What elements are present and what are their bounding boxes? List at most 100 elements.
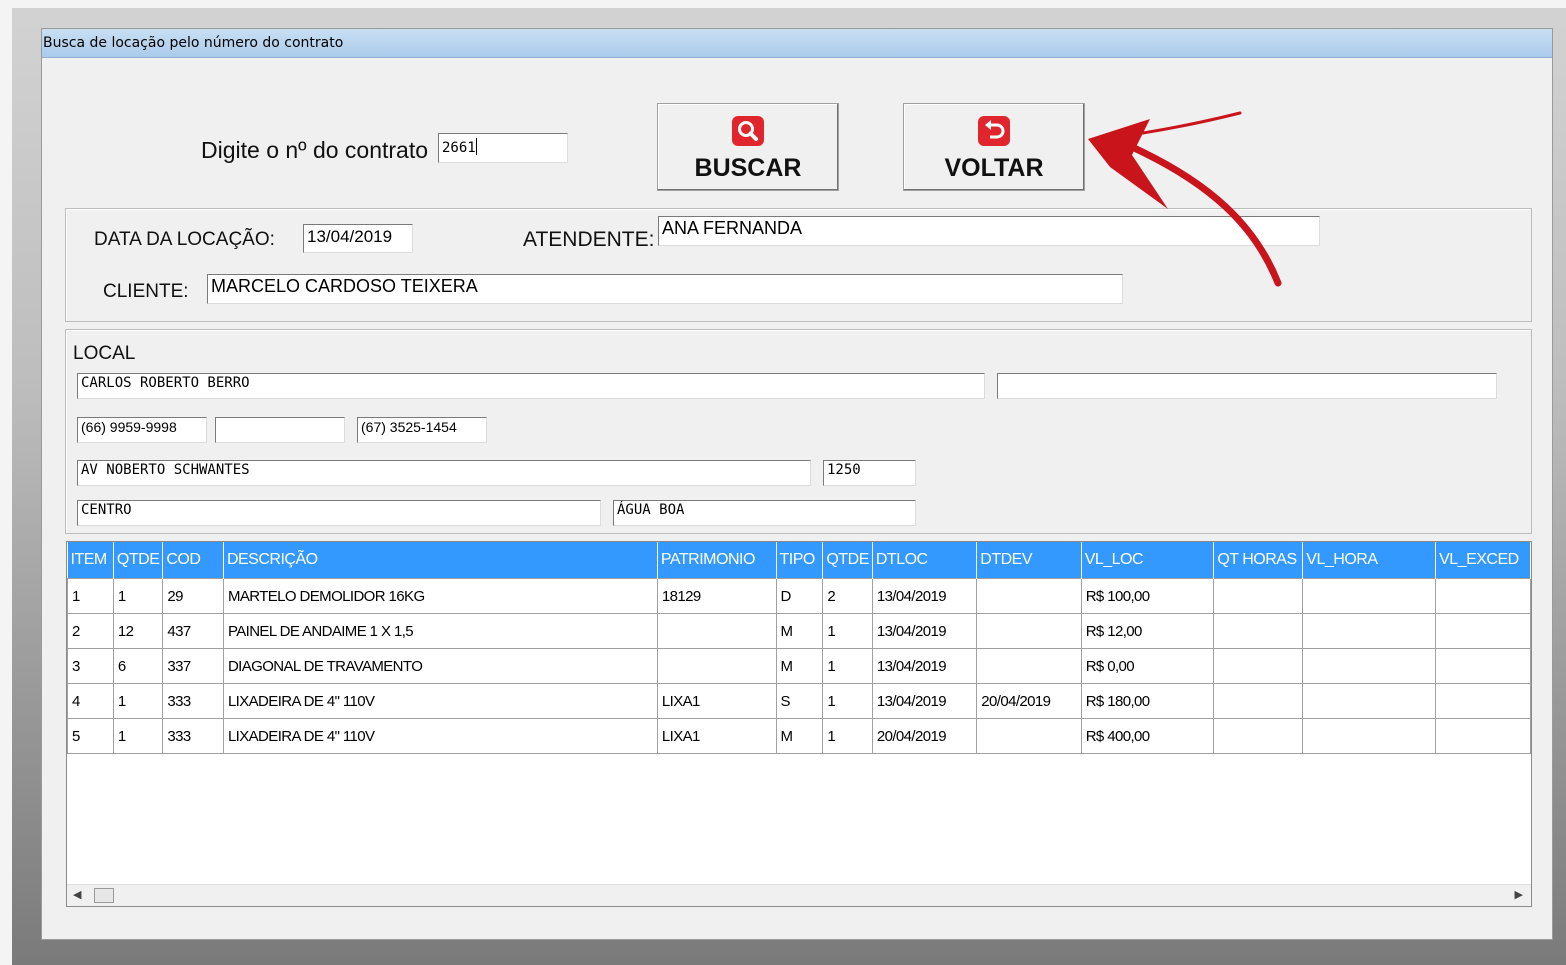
phone3-field[interactable]: (67) 3525-1454 (357, 417, 487, 443)
table-cell[interactable]: 437 (162, 613, 224, 649)
table-cell[interactable]: 1 (112, 683, 164, 719)
column-header[interactable]: TIPO (776, 542, 824, 579)
table-cell[interactable]: 1 (822, 683, 873, 719)
table-cell[interactable] (1213, 718, 1304, 754)
column-header[interactable]: DTDEV (976, 542, 1082, 579)
table-cell[interactable] (1435, 683, 1531, 719)
street-field[interactable]: AV NOBERTO SCHWANTES (77, 460, 811, 486)
table-cell[interactable]: 4 (67, 683, 114, 719)
table-cell[interactable]: LIXA1 (656, 683, 777, 719)
table-cell[interactable]: 333 (162, 718, 224, 754)
table-cell[interactable]: LIXADEIRA DE 4" 110V (222, 683, 658, 719)
table-cell[interactable]: 337 (162, 648, 224, 684)
items-grid[interactable]: ITEM QTDE COD DESCRIÇÃO PATRIMONIO TIPO … (66, 541, 1532, 907)
table-cell[interactable]: 1 (822, 718, 873, 754)
table-cell[interactable]: R$ 400,00 (1080, 718, 1215, 754)
table-cell[interactable]: M (775, 648, 824, 684)
table-cell[interactable]: 1 (822, 648, 873, 684)
table-cell[interactable]: S (775, 683, 824, 719)
table-cell[interactable]: 333 (162, 683, 224, 719)
table-cell[interactable] (1435, 648, 1531, 684)
table-cell[interactable]: 18129 (656, 578, 777, 614)
table-cell[interactable]: 20/04/2019 (871, 718, 978, 754)
phone2-field[interactable] (215, 417, 345, 443)
column-header[interactable]: PATRIMONIO (657, 542, 777, 579)
table-cell[interactable] (1435, 718, 1531, 754)
table-cell[interactable] (1213, 613, 1304, 649)
table-cell[interactable]: R$ 100,00 (1080, 578, 1215, 614)
table-row[interactable]: 2 12 437 PAINEL DE ANDAIME 1 X 1,5 M 1 13/04/2… (67, 613, 1531, 649)
table-cell[interactable] (656, 648, 777, 684)
column-header[interactable]: QTDE (822, 542, 873, 579)
table-cell[interactable]: 13/04/2019 (871, 648, 978, 684)
table-cell[interactable]: 13/04/2019 (871, 578, 978, 614)
column-header[interactable]: VL_HORA (1302, 542, 1437, 579)
column-header[interactable]: VL_LOC (1081, 542, 1215, 579)
table-cell[interactable]: R$ 180,00 (1080, 683, 1215, 719)
scroll-right-icon[interactable]: ▶ (1515, 888, 1523, 901)
table-cell[interactable]: 20/04/2019 (976, 683, 1082, 719)
local-name-field[interactable]: CARLOS ROBERTO BERRO (77, 373, 985, 399)
table-cell[interactable] (1213, 648, 1304, 684)
table-cell[interactable] (1213, 578, 1304, 614)
voltar-button[interactable]: VOLTAR (903, 103, 1085, 191)
table-cell[interactable]: 13/04/2019 (871, 613, 978, 649)
table-cell[interactable] (1213, 683, 1304, 719)
column-header[interactable]: QT HORAS (1213, 542, 1304, 579)
table-row[interactable]: 3 6 337 DIAGONAL DE TRAVAMENTO M 1 13/04/2019 R… (67, 648, 1531, 684)
rental-date-field[interactable]: 13/04/2019 (303, 224, 413, 253)
table-cell[interactable]: 1 (67, 578, 114, 614)
table-row[interactable]: 5 1 333 LIXADEIRA DE 4" 110V LIXA1 M 1 20/04/20… (67, 718, 1531, 754)
table-cell[interactable]: M (775, 718, 824, 754)
table-cell[interactable]: 12 (112, 613, 164, 649)
table-cell[interactable]: 1 (112, 718, 164, 754)
table-cell[interactable] (656, 613, 777, 649)
column-header[interactable]: DTLOC (872, 542, 978, 579)
table-cell[interactable]: D (775, 578, 824, 614)
table-cell[interactable]: 6 (112, 648, 164, 684)
horizontal-scrollbar[interactable]: ◀ ▶ (67, 884, 1531, 906)
table-cell[interactable]: 5 (67, 718, 114, 754)
contract-number-input[interactable]: 2661 (438, 133, 568, 163)
table-row[interactable]: 4 1 333 LIXADEIRA DE 4" 110V LIXA1 S 1 13/04/20… (67, 683, 1531, 719)
table-cell[interactable]: 3 (67, 648, 114, 684)
table-cell[interactable] (1302, 578, 1437, 614)
column-header[interactable]: QTDE (113, 542, 164, 579)
table-cell[interactable]: M (775, 613, 824, 649)
table-cell[interactable]: DIAGONAL DE TRAVAMENTO (222, 648, 658, 684)
table-cell[interactable] (1435, 613, 1531, 649)
city-field[interactable]: ÁGUA BOA (613, 500, 916, 526)
table-cell[interactable]: LIXADEIRA DE 4" 110V (222, 718, 658, 754)
table-cell[interactable]: 1 (112, 578, 164, 614)
table-row[interactable]: 1 1 29 MARTELO DEMOLIDOR 16KG 18129 D 2 13/04/2… (67, 578, 1531, 614)
table-cell[interactable] (976, 648, 1082, 684)
buscar-button[interactable]: BUSCAR (657, 103, 839, 191)
table-cell[interactable]: 29 (162, 578, 224, 614)
scroll-thumb[interactable] (94, 888, 114, 903)
table-cell[interactable] (1302, 648, 1437, 684)
column-header[interactable]: VL_EXCED (1435, 542, 1531, 579)
client-field[interactable]: MARCELO CARDOSO TEIXERA (207, 274, 1123, 304)
table-cell[interactable]: PAINEL DE ANDAIME 1 X 1,5 (222, 613, 658, 649)
table-cell[interactable] (1302, 718, 1437, 754)
table-cell[interactable]: 2 (822, 578, 873, 614)
table-cell[interactable]: R$ 12,00 (1080, 613, 1215, 649)
district-field[interactable]: CENTRO (77, 500, 601, 526)
table-cell[interactable]: R$ 0,00 (1080, 648, 1215, 684)
column-header[interactable]: DESCRIÇÃO (223, 542, 658, 579)
phone1-field[interactable]: (66) 9959-9998 (77, 417, 207, 443)
table-cell[interactable]: 1 (822, 613, 873, 649)
table-cell[interactable] (976, 718, 1082, 754)
column-header[interactable]: ITEM (67, 542, 114, 579)
table-cell[interactable] (1435, 578, 1531, 614)
table-cell[interactable] (976, 613, 1082, 649)
table-cell[interactable]: 13/04/2019 (871, 683, 978, 719)
table-cell[interactable]: 2 (67, 613, 114, 649)
street-number-field[interactable]: 1250 (823, 460, 916, 486)
table-cell[interactable]: LIXA1 (656, 718, 777, 754)
table-cell[interactable] (976, 578, 1082, 614)
column-header[interactable]: COD (162, 542, 224, 579)
table-cell[interactable]: MARTELO DEMOLIDOR 16KG (222, 578, 658, 614)
table-cell[interactable] (1302, 683, 1437, 719)
scroll-left-icon[interactable]: ◀ (73, 888, 81, 901)
